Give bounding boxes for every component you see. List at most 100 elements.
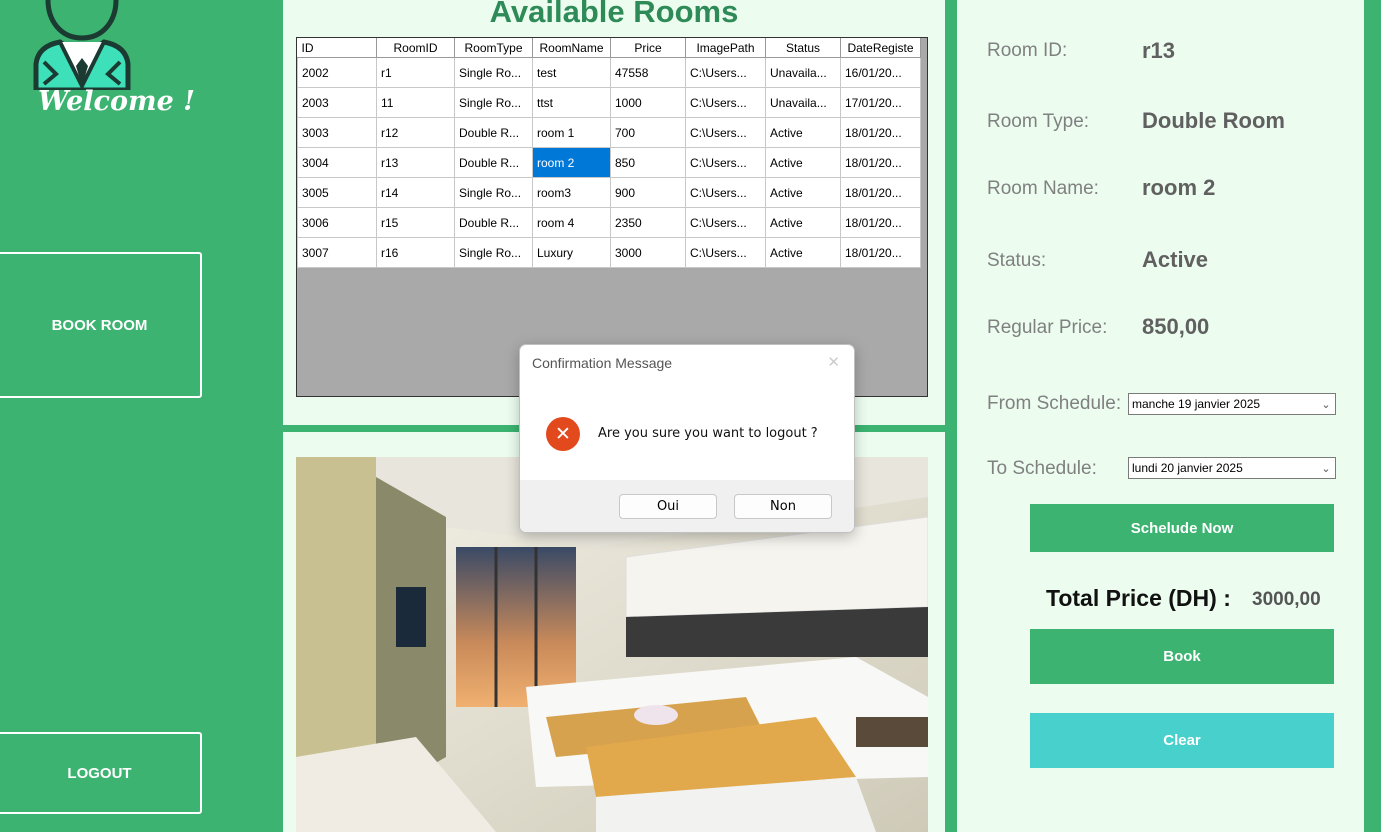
- table-row[interactable]: 3004 r13 Double R... room 2 850 C:\Users... Ac…: [297, 147, 921, 178]
- table-row[interactable]: 2003 11 Single Ro... ttst 1000 C:\Users... Una…: [297, 87, 921, 118]
- column-header[interactable]: Price: [610, 38, 686, 58]
- table-cell[interactable]: C:\Users...: [685, 177, 766, 208]
- table-cell[interactable]: C:\Users...: [685, 117, 766, 148]
- chevron-down-icon[interactable]: ⌄: [1317, 398, 1335, 411]
- table-cell[interactable]: 2002: [297, 57, 377, 88]
- table-cell[interactable]: r16: [376, 237, 455, 268]
- table-cell[interactable]: C:\Users...: [685, 147, 766, 178]
- table-cell[interactable]: C:\Users...: [685, 87, 766, 118]
- from-schedule-label: From Schedule:: [987, 393, 1122, 414]
- table-cell[interactable]: C:\Users...: [685, 57, 766, 88]
- room-name-value: room 2: [1142, 175, 1216, 200]
- column-header[interactable]: RoomType: [454, 38, 533, 58]
- no-button[interactable]: Non: [734, 494, 832, 519]
- to-schedule-label: To Schedule:: [987, 458, 1097, 479]
- table-row[interactable]: 3003 r12 Double R... room 1 700 C:\Users... Ac…: [297, 117, 921, 148]
- table-cell[interactable]: C:\Users...: [685, 207, 766, 238]
- table-cell[interactable]: 2003: [297, 87, 377, 118]
- close-icon[interactable]: ✕: [827, 353, 840, 371]
- table-cell[interactable]: 18/01/20...: [840, 237, 921, 268]
- table-cell[interactable]: 18/01/20...: [840, 207, 921, 238]
- room-type-label: Room Type:: [987, 111, 1090, 132]
- table-cell[interactable]: 18/01/20...: [840, 177, 921, 208]
- status-value: Active: [1142, 247, 1209, 272]
- from-date-value: manche 19 janvier 2025: [1132, 397, 1261, 411]
- table-cell[interactable]: Luxury: [532, 237, 611, 268]
- clear-button[interactable]: Clear: [1030, 713, 1334, 768]
- table-cell[interactable]: Double R...: [454, 147, 533, 178]
- chevron-down-icon[interactable]: ⌄: [1317, 462, 1335, 475]
- regular-price-value: 850,00: [1142, 314, 1210, 339]
- table-cell[interactable]: r14: [376, 177, 455, 208]
- table-cell[interactable]: Active: [765, 117, 841, 148]
- welcome-text: Welcome !: [38, 86, 196, 117]
- column-header[interactable]: ImagePath: [685, 38, 766, 58]
- table-cell[interactable]: Double R...: [454, 117, 533, 148]
- table-row[interactable]: 3007 r16 Single Ro... Luxury 3000 C:\Users...…: [297, 237, 921, 268]
- table-cell[interactable]: 1000: [610, 87, 686, 118]
- table-cell[interactable]: room 1: [532, 117, 611, 148]
- table-cell[interactable]: Single Ro...: [454, 237, 533, 268]
- table-cell[interactable]: Unavaila...: [765, 87, 841, 118]
- table-cell[interactable]: r12: [376, 117, 455, 148]
- table-cell[interactable]: 3007: [297, 237, 377, 268]
- book-room-button[interactable]: BOOK ROOM: [0, 252, 202, 398]
- table-cell[interactable]: Active: [765, 147, 841, 178]
- table-cell[interactable]: room 2: [532, 147, 611, 178]
- table-cell[interactable]: 18/01/20...: [840, 147, 921, 178]
- table-cell[interactable]: 2350: [610, 207, 686, 238]
- column-header[interactable]: ID: [297, 38, 377, 58]
- from-date-picker[interactable]: manche 19 janvier 2025 ⌄: [1128, 393, 1336, 415]
- column-header[interactable]: DateRegiste: [840, 38, 921, 58]
- confirmation-dialog: Confirmation Message ✕ ✕ Are you sure yo…: [519, 344, 855, 533]
- total-price-value: 3000,00: [1252, 589, 1321, 610]
- table-cell[interactable]: C:\Users...: [685, 237, 766, 268]
- table-cell[interactable]: r15: [376, 207, 455, 238]
- column-header[interactable]: Status: [765, 38, 841, 58]
- table-cell[interactable]: 3000: [610, 237, 686, 268]
- table-cell[interactable]: 850: [610, 147, 686, 178]
- room-name-label: Room Name:: [987, 178, 1099, 199]
- table-cell[interactable]: Single Ro...: [454, 177, 533, 208]
- table-cell[interactable]: Active: [765, 207, 841, 238]
- table-cell[interactable]: Double R...: [454, 207, 533, 238]
- table-cell[interactable]: 18/01/20...: [840, 117, 921, 148]
- table-cell[interactable]: test: [532, 57, 611, 88]
- table-cell[interactable]: 17/01/20...: [840, 87, 921, 118]
- error-icon: ✕: [546, 417, 580, 451]
- table-cell[interactable]: 3006: [297, 207, 377, 238]
- dialog-title: Confirmation Message: [532, 355, 673, 371]
- column-header[interactable]: RoomName: [532, 38, 611, 58]
- table-cell[interactable]: 3003: [297, 117, 377, 148]
- table-cell[interactable]: r13: [376, 147, 455, 178]
- room-type-value: Double Room: [1142, 108, 1285, 133]
- table-cell[interactable]: Single Ro...: [454, 87, 533, 118]
- available-rooms-title: Available Rooms: [489, 0, 739, 29]
- rooms-grid[interactable]: ID RoomID RoomType RoomName Price ImagePath St…: [296, 37, 928, 397]
- table-cell[interactable]: 47558: [610, 57, 686, 88]
- table-row[interactable]: 3005 r14 Single Ro... room3 900 C:\Users... Ac…: [297, 177, 921, 208]
- table-cell[interactable]: 3005: [297, 177, 377, 208]
- table-cell[interactable]: Single Ro...: [454, 57, 533, 88]
- table-cell[interactable]: Active: [765, 237, 841, 268]
- table-cell[interactable]: 11: [376, 87, 455, 118]
- table-cell[interactable]: 16/01/20...: [840, 57, 921, 88]
- yes-button[interactable]: Oui: [619, 494, 717, 519]
- book-button[interactable]: Book: [1030, 629, 1334, 684]
- table-cell[interactable]: 3004: [297, 147, 377, 178]
- table-row[interactable]: 3006 r15 Double R... room 4 2350 C:\Users... A…: [297, 207, 921, 238]
- logout-button[interactable]: LOGOUT: [0, 732, 202, 814]
- room-id-label: Room ID:: [987, 40, 1068, 61]
- schedule-now-button[interactable]: Schelude Now: [1030, 504, 1334, 552]
- table-row[interactable]: 2002 r1 Single Ro... test 47558 C:\Users... Un…: [297, 57, 921, 88]
- to-date-picker[interactable]: lundi 20 janvier 2025 ⌄: [1128, 457, 1336, 479]
- table-cell[interactable]: room3: [532, 177, 611, 208]
- table-cell[interactable]: r1: [376, 57, 455, 88]
- table-cell[interactable]: Active: [765, 177, 841, 208]
- table-cell[interactable]: room 4: [532, 207, 611, 238]
- column-header[interactable]: RoomID: [376, 38, 455, 58]
- table-cell[interactable]: 900: [610, 177, 686, 208]
- table-cell[interactable]: ttst: [532, 87, 611, 118]
- table-cell[interactable]: 700: [610, 117, 686, 148]
- table-cell[interactable]: Unavaila...: [765, 57, 841, 88]
